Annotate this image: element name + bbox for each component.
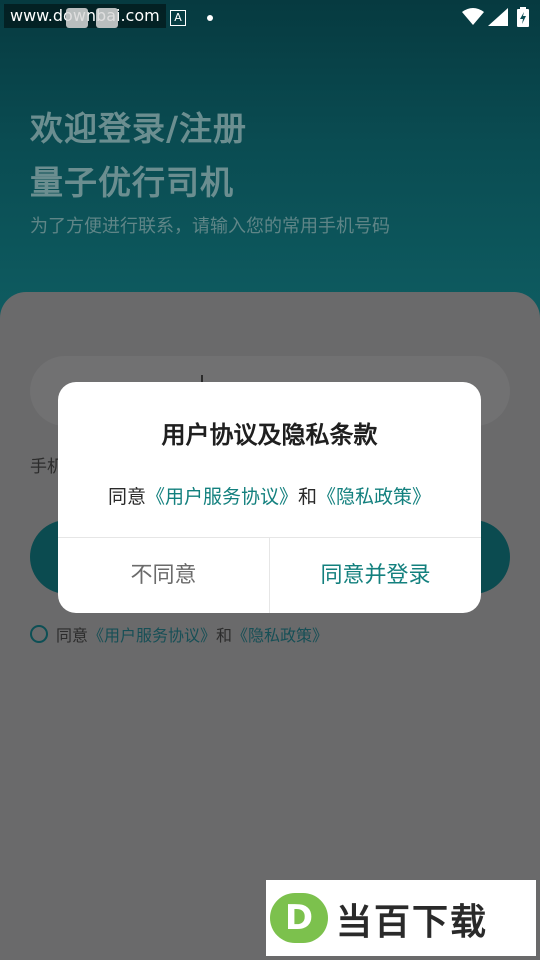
notification-icons [66,8,118,28]
watermark-logo-icon: D [270,893,328,943]
page-title: 欢迎登录/注册 量子优行司机 [30,102,247,210]
watermark-text: 当百下载 [336,902,489,943]
disagree-button[interactable]: 不同意 [58,538,269,613]
signal-icon [488,8,508,26]
notification-icon [96,8,118,28]
page-subtitle: 为了方便进行联系，请输入您的常用手机号码 [30,216,390,237]
dialog-body-and: 和 [298,486,318,508]
dialog-user-agreement-link[interactable]: 《用户服务协议》 [146,486,298,508]
dialog-title: 用户协议及隐私条款 [161,421,378,449]
dot-icon [207,15,213,21]
agreement-row: 同意 《用户服务协议》 和 《隐私政策》 [30,622,328,646]
wifi-icon [462,8,484,25]
user-agreement-link[interactable]: 《用户服务协议》 [88,622,216,646]
dialog-body: 同意《用户服务协议》和《隐私政策》 [58,482,481,509]
title-line-1: 欢迎登录/注册 [30,109,248,148]
agreement-and: 和 [216,626,233,645]
agree-radio[interactable] [30,625,48,643]
privacy-policy-link[interactable]: 《隐私政策》 [232,622,328,646]
title-line-2: 量子优行司机 [30,163,234,202]
status-bar: www.downbai.com A [0,0,540,36]
agreement-dialog: 用户协议及隐私条款 同意《用户服务协议》和《隐私政策》 不同意 同意并登录 [58,382,481,613]
notification-icon [66,8,88,28]
dialog-privacy-policy-link[interactable]: 《隐私政策》 [317,486,431,508]
agree-login-button[interactable]: 同意并登录 [270,538,481,613]
dialog-body-prefix: 同意 [107,486,146,508]
battery-icon [517,7,529,27]
keyboard-a-icon: A [170,10,186,26]
agreement-prefix: 同意 [56,626,89,645]
